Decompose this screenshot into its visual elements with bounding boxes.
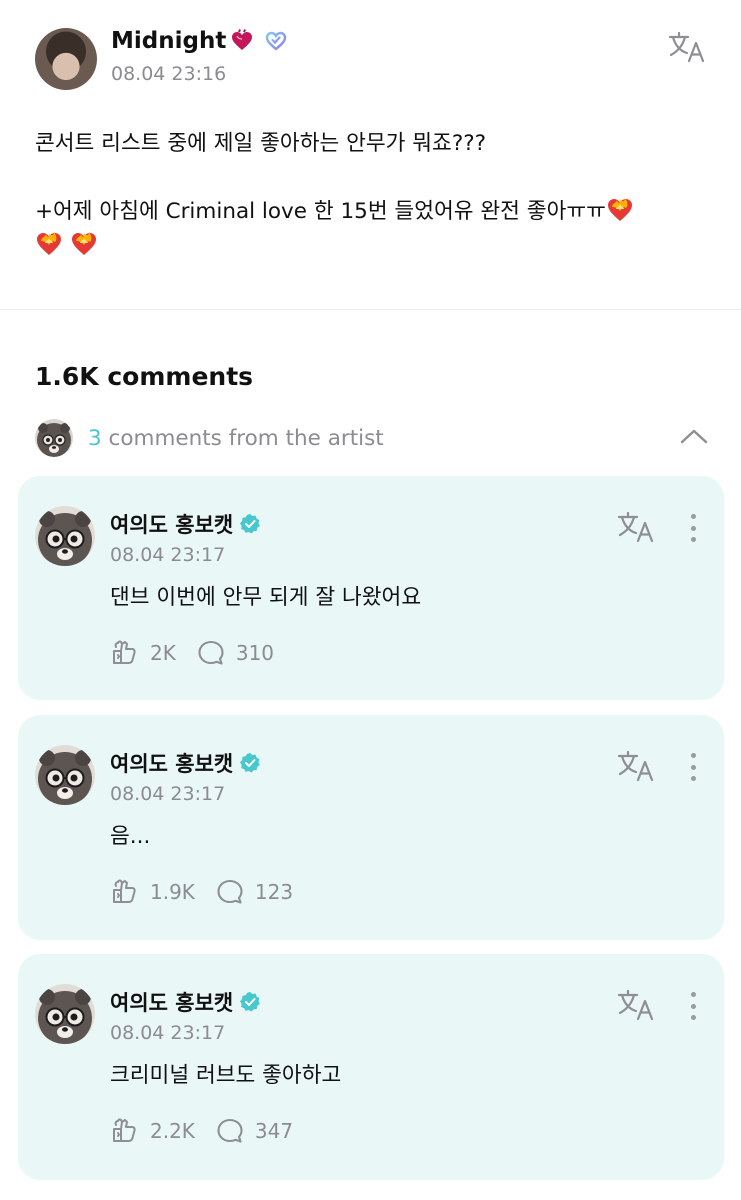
like-icon — [113, 640, 136, 664]
reply-count: 347 — [254, 1119, 294, 1143]
more-dot — [690, 1015, 696, 1020]
post-timestamp: 08.04 23:16 — [111, 63, 227, 85]
translate-icon — [617, 750, 654, 782]
artist-comment-card: 여의도 홍보캣 08.04 23:17 크리미널 러브도 좋아하고 2.2K 3… — [18, 954, 724, 1180]
comment-translate-button[interactable] — [616, 749, 656, 783]
more-dot — [690, 1003, 696, 1009]
more-vertical-icon — [690, 514, 696, 519]
artist-comments-count: 3 — [88, 425, 102, 451]
artist-comments-text: comments from the artist — [101, 425, 384, 451]
post-body: 콘서트 리스트 중에 제일 좋아하는 안무가 뭐죠??? +어제 아침에 Cri… — [35, 127, 705, 263]
reply-count: 123 — [254, 880, 294, 904]
comment-author-name[interactable]: 여의도 홍보캣 — [110, 509, 233, 539]
comment-text: 음... — [110, 824, 151, 849]
comment-icon — [198, 640, 224, 665]
verified-badge-icon — [240, 514, 261, 534]
artist-comment-card: 여의도 홍보캣 08.04 23:17 댄브 이번에 안무 되게 잘 나왔어요 — [18, 476, 724, 700]
post-author-avatar[interactable] — [35, 28, 97, 90]
comment-text: 크리미널 러브도 좋아하고 — [110, 1063, 342, 1088]
reply-button[interactable]: 123 — [215, 877, 293, 907]
comment-stats: 2K 310 — [110, 638, 274, 668]
post-text-line-2-text: +어제 아침에 Criminal love 한 15번 들었어유 완전 좋아ㅠㅠ — [35, 199, 606, 224]
comment-timestamp: 08.04 23:17 — [110, 783, 226, 805]
artist-avatar-small — [35, 419, 73, 457]
more-options-button[interactable] — [682, 751, 704, 783]
heart-emoji-icon — [232, 29, 253, 50]
post-emoji-line — [35, 229, 705, 263]
like-count: 2K — [150, 641, 176, 665]
post-author-name[interactable]: Midnight — [111, 28, 226, 54]
comment-text: 댄브 이번에 안무 되게 잘 나왔어요 — [110, 585, 422, 610]
burning-heart-emoji-icon — [607, 198, 632, 221]
like-count: 2.2K — [150, 1119, 195, 1143]
like-icon — [113, 1118, 136, 1142]
comment-author: 여의도 홍보캣 — [110, 748, 261, 778]
comments-count: 1.6K comments — [35, 362, 254, 391]
comment-author-avatar[interactable] — [35, 984, 95, 1044]
translate-icon — [668, 31, 705, 63]
reply-button[interactable]: 310 — [196, 638, 274, 668]
like-count: 1.9K — [150, 880, 195, 904]
comment-timestamp: 08.04 23:17 — [110, 1022, 226, 1044]
verified-heart-icon — [266, 31, 287, 51]
comment-author-name[interactable]: 여의도 홍보캣 — [110, 987, 233, 1017]
more-vertical-icon — [690, 753, 696, 758]
translate-icon — [617, 511, 654, 543]
more-dot — [690, 525, 696, 531]
more-dot — [690, 764, 696, 770]
more-options-button[interactable] — [682, 512, 704, 544]
comment-stats: 2.2K 347 — [110, 1116, 293, 1146]
comment-author-avatar[interactable] — [35, 506, 95, 566]
comment-author-avatar[interactable] — [35, 745, 95, 805]
artist-comments-label: 3 comments from the artist — [88, 426, 384, 451]
post: Midnight 08.04 23:16 콘서트 리스트 중에 제일 좋아하는 — [0, 0, 741, 310]
burning-heart-emoji-icon — [71, 232, 96, 255]
more-options-button[interactable] — [682, 990, 704, 1022]
comment-icon — [217, 879, 243, 904]
verified-badge-icon — [240, 992, 261, 1012]
reply-count: 310 — [235, 641, 275, 665]
translate-icon — [617, 989, 654, 1021]
artist-comments-toggle[interactable]: 3 comments from the artist — [35, 418, 711, 458]
chevron-up-icon[interactable] — [679, 424, 709, 448]
like-button[interactable]: 2K — [110, 638, 176, 668]
post-text-line-2: +어제 아침에 Criminal love 한 15번 들었어유 완전 좋아ㅠㅠ — [35, 195, 705, 229]
comment-icon — [217, 1118, 243, 1143]
comment-translate-button[interactable] — [616, 988, 656, 1022]
artist-comment-card: 여의도 홍보캣 08.04 23:17 음... 1.9K 123 — [18, 715, 724, 940]
post-author: Midnight — [111, 28, 288, 54]
like-button[interactable]: 1.9K — [110, 877, 195, 907]
comment-timestamp: 08.04 23:17 — [110, 544, 226, 566]
comment-author: 여의도 홍보캣 — [110, 987, 261, 1017]
more-dot — [690, 776, 696, 781]
reply-button[interactable]: 347 — [215, 1116, 293, 1146]
comment-author-name[interactable]: 여의도 홍보캣 — [110, 748, 233, 778]
comment-translate-button[interactable] — [616, 510, 656, 544]
verified-badge-icon — [240, 753, 261, 773]
post-translate-button[interactable] — [667, 30, 707, 64]
more-dot — [690, 537, 696, 542]
like-icon — [113, 879, 136, 903]
post-text-line-1: 콘서트 리스트 중에 제일 좋아하는 안무가 뭐죠??? — [35, 131, 487, 156]
more-vertical-icon — [690, 992, 696, 997]
comment-author: 여의도 홍보캣 — [110, 509, 261, 539]
burning-heart-emoji-icon — [37, 232, 61, 255]
comment-stats: 1.9K 123 — [110, 877, 293, 907]
like-button[interactable]: 2.2K — [110, 1116, 195, 1146]
